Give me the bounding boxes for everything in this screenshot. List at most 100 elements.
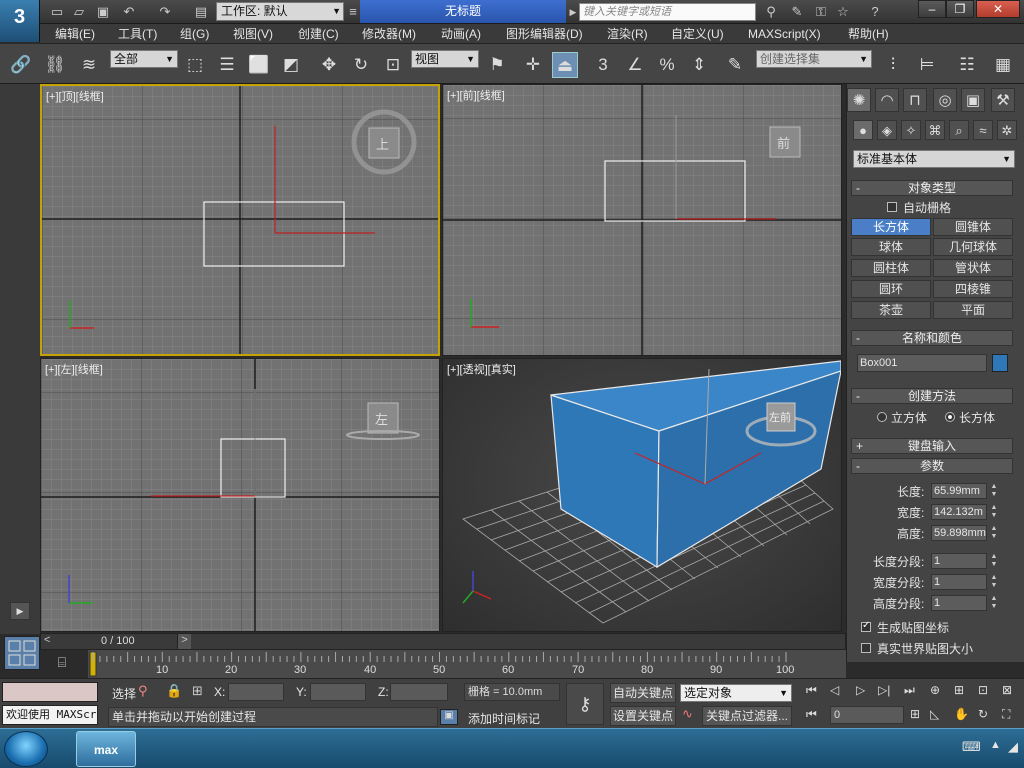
workspace-dropdown[interactable]: 工作区: 默认 ▼ bbox=[216, 2, 344, 21]
expand-panel-icon[interactable]: ▶ bbox=[10, 602, 30, 620]
zoom-all-icon[interactable]: ⊞ bbox=[954, 683, 964, 697]
graphite-modeling-icon[interactable]: ▦ bbox=[990, 52, 1016, 78]
current-frame-field[interactable]: 0 bbox=[830, 706, 904, 724]
motion-tab-icon[interactable]: ◎ bbox=[933, 88, 957, 112]
rotate-icon[interactable]: ↻ bbox=[348, 52, 374, 78]
time-tag-icon[interactable]: ▣ bbox=[440, 709, 458, 725]
maxscript-welcome[interactable]: 欢迎使用 MAXScr bbox=[2, 705, 98, 725]
time-prev-icon[interactable]: < bbox=[44, 634, 50, 646]
go-to-end-icon[interactable]: ⏭ bbox=[904, 683, 915, 698]
real-world-checkbox[interactable] bbox=[861, 643, 871, 653]
menu-animation[interactable]: 动画(A) bbox=[441, 26, 481, 42]
systems-icon[interactable]: ✲ bbox=[997, 120, 1017, 140]
viewcube-perspective[interactable]: 左前 bbox=[769, 409, 791, 425]
plane-button[interactable]: 平面 bbox=[933, 301, 1013, 319]
add-time-tag[interactable]: 添加时间标记 bbox=[468, 710, 540, 727]
track-bar[interactable]: 10 20 30 40 50 60 70 80 90 100 bbox=[88, 650, 846, 678]
x-coord-field[interactable] bbox=[228, 683, 284, 701]
pan-icon[interactable]: ✋ bbox=[954, 707, 969, 721]
unlink-icon[interactable]: ⛓ bbox=[42, 52, 68, 78]
object-name-field[interactable]: Box001 bbox=[857, 354, 987, 372]
menu-maxscript[interactable]: MAXScript(X) bbox=[748, 26, 821, 42]
helpers-icon[interactable]: ⌕ bbox=[949, 120, 969, 140]
time-slider[interactable]: < 0 / 100 > bbox=[40, 633, 846, 650]
menu-customize[interactable]: 自定义(U) bbox=[671, 26, 724, 42]
select-object-icon[interactable]: ⬚ bbox=[182, 52, 208, 78]
scale-icon[interactable]: ⊡ bbox=[380, 52, 406, 78]
search-input[interactable]: 键入关键字或短语 bbox=[579, 3, 756, 21]
fov-icon[interactable]: ◺ bbox=[930, 707, 939, 721]
length-segs-field[interactable]: 1 bbox=[931, 553, 987, 569]
minimize-button[interactable]: – bbox=[918, 0, 946, 18]
prev-frame-icon[interactable]: ◁ bbox=[830, 683, 839, 697]
menu-tools[interactable]: 工具(T) bbox=[118, 26, 157, 42]
menu-edit[interactable]: 编辑(E) bbox=[55, 26, 95, 42]
viewcube-left[interactable]: 左 bbox=[375, 409, 388, 428]
viewcube-front[interactable]: 前 bbox=[777, 133, 790, 152]
shapes-icon[interactable]: ◈ bbox=[877, 120, 897, 140]
next-frame-icon[interactable]: ▷| bbox=[878, 683, 890, 697]
width-segs-field[interactable]: 1 bbox=[931, 574, 987, 590]
selection-lock-icon[interactable]: 🔒 bbox=[166, 683, 182, 699]
set-key-icon[interactable]: ⚷ bbox=[566, 683, 604, 725]
key-filters-button[interactable]: 关键点过滤器... bbox=[702, 706, 792, 726]
viewport-perspective[interactable]: [+][透视][真实] 左前 bbox=[442, 358, 842, 632]
menu-rendering[interactable]: 渲染(R) bbox=[607, 26, 648, 42]
favorites-star-icon[interactable]: ☆ bbox=[834, 3, 852, 21]
cameras-icon[interactable]: ⌘ bbox=[925, 120, 945, 140]
new-file-icon[interactable]: ▭ bbox=[48, 3, 66, 21]
isolate-selection-icon[interactable]: ⚲ bbox=[138, 683, 148, 699]
creation-method-rollout[interactable]: - 创建方法 bbox=[851, 388, 1013, 404]
parameters-rollout[interactable]: - 参数 bbox=[851, 458, 1013, 474]
teapot-button[interactable]: 茶壶 bbox=[851, 301, 931, 319]
play-icon[interactable]: ▷ bbox=[856, 683, 865, 697]
viewport-top-label[interactable]: [+][顶][线框] bbox=[46, 88, 104, 104]
key-icon[interactable]: ⚿ bbox=[812, 3, 830, 21]
category-dropdown[interactable]: 标准基本体 ▼ bbox=[853, 150, 1015, 168]
link-icon[interactable]: 🔗 bbox=[8, 52, 34, 78]
spacewarps-icon[interactable]: ≈ bbox=[973, 120, 993, 140]
absolute-mode-icon[interactable]: ⊞ bbox=[192, 683, 203, 699]
y-coord-field[interactable] bbox=[310, 683, 366, 701]
help-icon[interactable]: ? bbox=[866, 3, 884, 21]
menu-views[interactable]: 视图(V) bbox=[233, 26, 273, 42]
cube-radio[interactable] bbox=[877, 412, 887, 422]
keyboard-tray-icon[interactable]: ⌨ bbox=[962, 739, 981, 755]
viewport-left-label[interactable]: [+][左][线框] bbox=[45, 361, 103, 377]
undo-icon[interactable]: ↶ bbox=[120, 3, 138, 21]
mini-curve-editor-icon[interactable]: ⌸ bbox=[50, 654, 74, 676]
mirror-icon[interactable]: ⫶ bbox=[880, 52, 906, 78]
spinner-snap-icon[interactable]: ⇕ bbox=[686, 52, 712, 78]
go-to-start-icon[interactable]: ⏮ bbox=[806, 683, 817, 698]
cone-button[interactable]: 圆锥体 bbox=[933, 218, 1013, 236]
taskbar-3dsmax-app[interactable]: max bbox=[76, 731, 136, 767]
length-segs-spinner[interactable]: ▲ ▼ bbox=[989, 553, 999, 569]
maximize-button[interactable]: ❐ bbox=[946, 0, 974, 18]
viewport-layout-icon[interactable] bbox=[4, 636, 40, 670]
torus-button[interactable]: 圆环 bbox=[851, 280, 931, 298]
box-button[interactable]: 长方体 bbox=[851, 218, 931, 236]
pyramid-button[interactable]: 四棱锥 bbox=[933, 280, 1013, 298]
snaps-toggle-icon[interactable]: 3 bbox=[590, 52, 616, 78]
viewport-left[interactable]: [+][左][线框] 左 bbox=[40, 358, 440, 632]
viewport-front[interactable]: [+][前][线框] 前 bbox=[442, 84, 842, 356]
height-segs-spinner[interactable]: ▲ ▼ bbox=[989, 595, 999, 611]
auto-key-button[interactable]: 自动关键点 bbox=[610, 683, 676, 703]
z-coord-field[interactable] bbox=[390, 683, 448, 701]
maximize-viewport-icon[interactable]: ⛶ bbox=[1002, 707, 1010, 722]
name-color-rollout[interactable]: - 名称和颜色 bbox=[851, 330, 1013, 346]
menu-create[interactable]: 创建(C) bbox=[298, 26, 339, 42]
viewport-perspective-label[interactable]: [+][透视][真实] bbox=[447, 361, 516, 377]
geosphere-button[interactable]: 几何球体 bbox=[933, 238, 1013, 256]
box-radio[interactable] bbox=[945, 412, 955, 422]
close-button[interactable]: ✕ bbox=[976, 0, 1020, 18]
edit-named-selection-icon[interactable]: ✎ bbox=[722, 52, 748, 78]
zoom-extents-icon[interactable]: ⊡ bbox=[978, 683, 988, 697]
menu-graph-editors[interactable]: 图形编辑器(D) bbox=[506, 26, 583, 42]
keyboard-shortcut-override-icon[interactable]: ⏏ bbox=[552, 52, 578, 78]
window-crossing-icon[interactable]: ◩ bbox=[278, 52, 304, 78]
tray-expand-icon[interactable]: ▲ bbox=[990, 739, 1001, 751]
app-logo-button[interactable]: 3 bbox=[0, 0, 40, 42]
zoom-extents-all-icon[interactable]: ⊠ bbox=[1002, 683, 1012, 697]
lights-icon[interactable]: ✧ bbox=[901, 120, 921, 140]
